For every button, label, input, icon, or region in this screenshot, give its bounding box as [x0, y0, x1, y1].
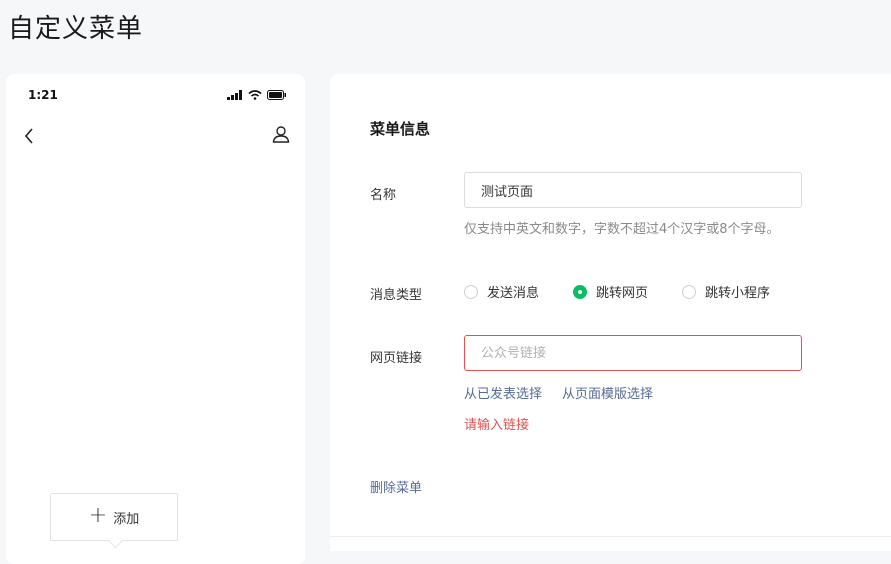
url-input[interactable]	[464, 335, 802, 371]
panel-footer	[330, 536, 891, 551]
url-source-links: 从已发表选择 从页面模版选择	[464, 383, 653, 402]
name-label: 名称	[370, 188, 397, 203]
section-title: 菜单信息	[370, 120, 431, 138]
message-type-label: 消息类型	[370, 288, 423, 303]
add-menu-label: 添加	[113, 511, 140, 527]
wifi-icon	[248, 90, 262, 100]
message-type-radio-group: 发送消息 跳转网页 跳转小程序	[464, 282, 770, 301]
page-title: 自定义菜单	[8, 14, 144, 44]
chevron-left-icon[interactable]	[20, 126, 40, 146]
radio-send-message[interactable]: 发送消息	[464, 282, 539, 301]
radio-label: 跳转网页	[596, 286, 649, 301]
signal-icon	[227, 90, 242, 100]
add-menu-button[interactable]: + 添加	[50, 493, 178, 541]
menu-info-panel: 菜单信息 名称 仅支持中英文和数字，字数不超过4个汉字或8个字母。 消息类型 发…	[330, 74, 891, 536]
menu-name-input[interactable]	[464, 172, 802, 208]
url-label: 网页链接	[370, 351, 423, 366]
select-template-link[interactable]: 从页面模版选择	[562, 383, 653, 402]
user-icon[interactable]	[271, 124, 291, 144]
name-hint: 仅支持中英文和数字，字数不超过4个汉字或8个字母。	[464, 222, 780, 237]
radio-circle	[464, 284, 478, 299]
status-bar-icons	[227, 90, 287, 100]
url-error-message: 请输入链接	[464, 418, 530, 433]
radio-circle	[682, 284, 697, 299]
radio-label: 发送消息	[487, 286, 540, 301]
radio-label: 跳转小程序	[705, 286, 771, 301]
delete-menu-link[interactable]: 删除菜单	[370, 477, 422, 496]
select-published-link[interactable]: 从已发表选择	[464, 383, 542, 402]
phone-preview: 1:21 + 添加	[6, 74, 305, 564]
radio-open-webpage[interactable]: 跳转网页	[573, 282, 648, 301]
radio-open-miniprogram[interactable]: 跳转小程序	[682, 282, 770, 301]
status-time: 1:21	[28, 88, 58, 102]
plus-icon: +	[88, 503, 108, 528]
battery-icon	[267, 90, 286, 100]
radio-circle-checked	[573, 284, 588, 299]
